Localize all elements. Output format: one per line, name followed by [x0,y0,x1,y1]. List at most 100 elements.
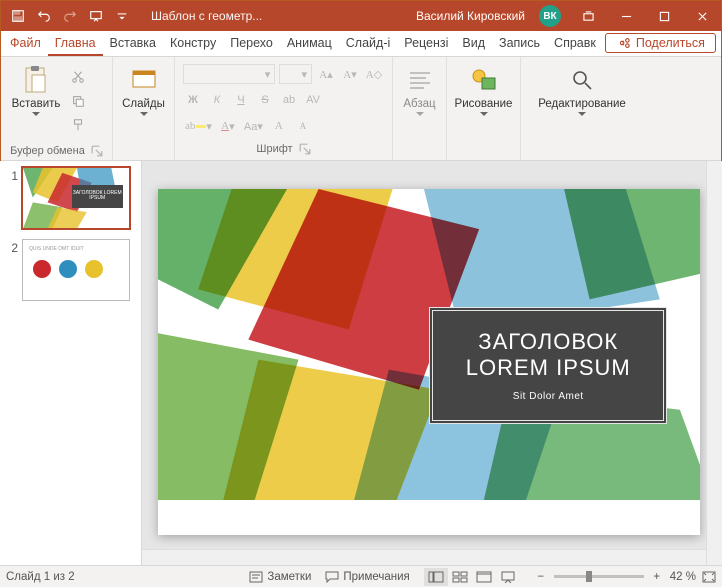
new-slide-icon [128,64,160,96]
chevron-down-icon [140,112,148,117]
font-size-input[interactable]: ▾ [279,64,312,84]
notes-button[interactable]: Заметки [249,571,311,583]
format-painter-icon[interactable] [67,114,89,136]
comments-label: Примечания [343,571,409,583]
start-slideshow-icon[interactable] [85,5,107,27]
close-icon[interactable] [683,1,721,31]
font-group-label: Шрифт [256,143,292,155]
tab-transitions[interactable]: Перехо [223,32,280,56]
vertical-scrollbar[interactable] [706,161,722,565]
thumb-title-box: ЗАГОЛОВОК LOREM IPSUM [72,185,123,208]
find-icon [566,64,598,96]
tab-insert[interactable]: Вставка [103,32,163,56]
paste-label: Вставить [12,98,61,110]
horizontal-scrollbar[interactable] [142,549,706,565]
tab-animations[interactable]: Анимац [280,32,339,56]
clipboard-icon [20,64,52,96]
title-line1: ЗАГОЛОВОК [478,329,618,354]
thumb2-header: QUIS UNDE OMT IDUIT [29,246,123,254]
thumb-number: 1 [4,167,18,183]
normal-view-icon[interactable] [424,568,448,586]
circle-icon [33,260,51,278]
tab-file[interactable]: Файл [3,32,48,56]
tab-help[interactable]: Справк [547,32,603,56]
tab-view[interactable]: Вид [455,32,492,56]
redo-icon[interactable] [59,5,81,27]
font-name-input[interactable]: ▾ [183,64,275,84]
paragraph-button[interactable]: Абзац [399,62,440,117]
thumb-number: 2 [4,239,18,255]
clear-format-icon[interactable]: A◇ [364,64,384,84]
editing-label: Редактирование [538,98,626,110]
drawing-label: Рисование [455,98,513,110]
highlight-color-icon[interactable]: ab▾ [183,116,214,136]
slide-canvas[interactable]: ЗАГОЛОВОК LOREM IPSUM Sit Dolor Amet [158,189,700,535]
user-name[interactable]: Василий Кировский [410,9,531,23]
font-launcher-icon[interactable] [299,143,311,155]
qat-customize-icon[interactable] [111,5,133,27]
paragraph-label: Абзац [403,98,435,110]
reading-view-icon[interactable] [472,568,496,586]
share-button[interactable]: Поделиться [605,33,716,53]
undo-icon[interactable] [33,5,55,27]
change-case-icon[interactable]: Aa▾ [242,116,265,136]
strike-button[interactable]: S [255,90,275,110]
zoom-out-icon[interactable]: − [534,570,548,584]
notes-label: Заметки [267,571,311,583]
ribbon-display-icon[interactable] [569,1,607,31]
font-color-icon[interactable]: A▾ [218,116,238,136]
paste-button[interactable]: Вставить [7,62,65,117]
zoom-slider[interactable] [554,575,644,578]
fit-to-window-icon[interactable] [702,570,716,584]
char-spacing-icon[interactable]: AV [303,90,323,110]
italic-button[interactable]: К [207,90,227,110]
zoom-value: 42 % [670,571,696,583]
circle-icon [85,260,103,278]
subtitle-text: Sit Dolor Amet [513,391,584,402]
shadow-button[interactable]: ab [279,90,299,110]
zoom-in-icon[interactable]: + [650,570,664,584]
chevron-down-icon [416,112,424,117]
title-text-box[interactable]: ЗАГОЛОВОК LOREM IPSUM Sit Dolor Amet [429,307,667,425]
slide-thumbnails-panel[interactable]: 1 ЗАГОЛОВОК LOREM IPSUM 2 QUIS UNDE OMT … [0,161,142,565]
increase-font-icon[interactable]: A▴ [316,64,336,84]
slide-thumbnail-2[interactable]: QUIS UNDE OMT IDUIT [22,239,130,301]
circle-icon [59,260,77,278]
decrease-font-icon[interactable]: A▾ [340,64,360,84]
copy-icon[interactable] [67,90,89,112]
paragraph-icon [404,64,436,96]
bold-button[interactable]: Ж [183,90,203,110]
chevron-down-icon [578,112,586,117]
underline-button[interactable]: Ч [231,90,251,110]
cut-icon[interactable] [67,66,89,88]
slides-label: Слайды [122,98,165,110]
tab-slideshow[interactable]: Слайд-і [339,32,398,56]
tab-review[interactable]: Рецензі [397,32,455,56]
document-title: Шаблон с геометр... [139,9,274,23]
slide-thumbnail-1[interactable]: ЗАГОЛОВОК LOREM IPSUM [22,167,130,229]
slides-button[interactable]: Слайды [119,62,168,117]
shapes-icon [468,64,500,96]
tab-home[interactable]: Главна [48,32,103,56]
minimize-icon[interactable] [607,1,645,31]
clipboard-group-label: Буфер обмена [10,145,85,157]
user-avatar[interactable]: ВК [539,5,561,27]
tab-recording[interactable]: Запись [492,32,547,56]
font-grow-icon[interactable]: A [269,116,289,136]
drawing-button[interactable]: Рисование [453,62,514,117]
slideshow-view-icon[interactable] [496,568,520,586]
font-shrink-icon[interactable]: A [293,116,313,136]
slide-canvas-area[interactable]: ЗАГОЛОВОК LOREM IPSUM Sit Dolor Amet [142,161,722,565]
slide-counter: Слайд 1 из 2 [6,571,75,583]
share-label: Поделиться [636,36,705,50]
editing-button[interactable]: Редактирование [527,62,637,117]
title-line2: LOREM IPSUM [466,355,631,380]
clipboard-launcher-icon[interactable] [91,145,103,157]
save-icon[interactable] [7,5,29,27]
tab-design[interactable]: Констру [163,32,223,56]
maximize-icon[interactable] [645,1,683,31]
sorter-view-icon[interactable] [448,568,472,586]
chevron-down-icon [480,112,488,117]
comments-button[interactable]: Примечания [325,571,409,583]
chevron-down-icon [32,112,40,117]
